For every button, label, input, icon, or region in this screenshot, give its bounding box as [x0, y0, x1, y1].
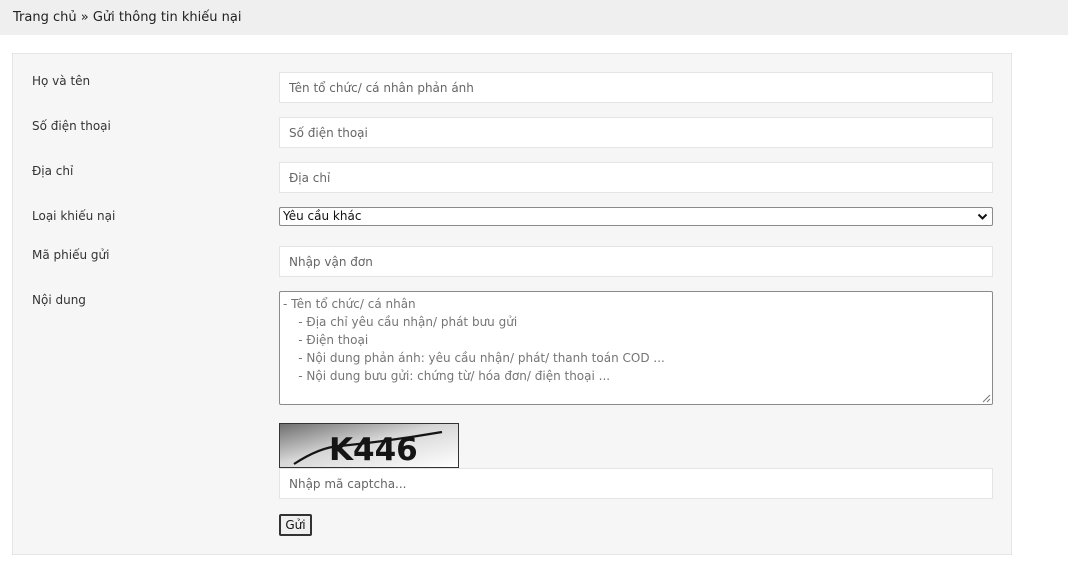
address-input[interactable] — [279, 162, 993, 193]
complaint-type-select[interactable]: Yêu cầu khác — [279, 207, 993, 226]
breadcrumb-current: Gửi thông tin khiếu nại — [92, 10, 242, 25]
resize-grip-icon[interactable] — [982, 394, 991, 403]
address-label: Địa chỉ — [32, 164, 74, 178]
chevron-down-icon — [977, 213, 988, 220]
complaint-type-label: Loại khiếu nại — [32, 209, 116, 223]
tracking-code-input[interactable] — [279, 246, 993, 277]
full-name-label: Họ và tên — [32, 74, 91, 88]
captcha-image: K446 — [279, 423, 459, 468]
content-label: Nội dung — [32, 293, 86, 307]
breadcrumb: Trang chủ » Gửi thông tin khiếu nại — [0, 0, 1068, 35]
breadcrumb-home-link[interactable]: Trang chủ — [13, 10, 77, 25]
complaint-type-selected-value: Yêu cầu khác — [283, 209, 362, 223]
phone-label: Số điện thoại — [32, 119, 111, 133]
content-textarea[interactable] — [279, 291, 993, 405]
full-name-input[interactable] — [279, 72, 993, 103]
submit-button[interactable]: Gửi — [279, 514, 312, 536]
phone-input[interactable] — [279, 117, 993, 148]
tracking-code-label: Mã phiếu gửi — [32, 248, 110, 262]
captcha-graphic: K446 — [280, 424, 458, 467]
breadcrumb-separator: » — [80, 10, 89, 25]
captcha-input[interactable] — [279, 468, 993, 499]
